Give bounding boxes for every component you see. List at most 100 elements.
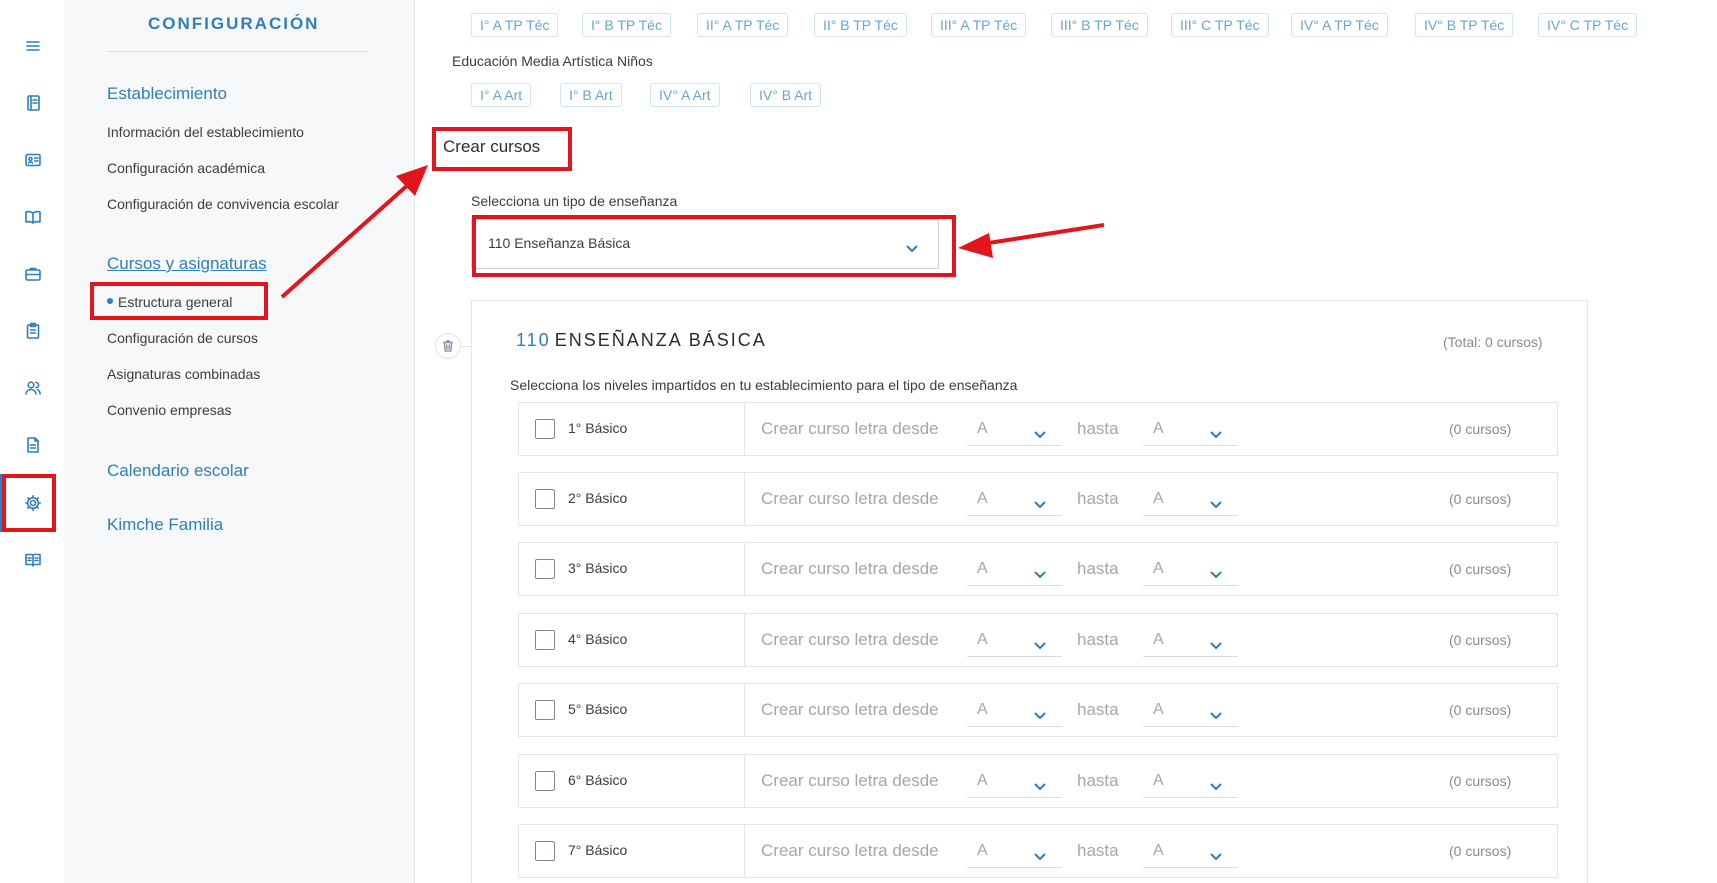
open-book-icon[interactable] — [22, 206, 44, 228]
course-chip[interactable]: II° A TP Téc — [697, 13, 789, 37]
letter-from-select[interactable]: A — [967, 766, 1062, 798]
sidebar-item-asignaturas-combinadas[interactable]: Asignaturas combinadas — [107, 366, 260, 382]
chevron-down-icon — [1210, 707, 1222, 719]
level-checkbox[interactable] — [535, 559, 555, 579]
letter-from-select[interactable]: A — [967, 484, 1062, 516]
letter-to-select[interactable]: A — [1143, 766, 1238, 798]
letter-from-value: A — [977, 772, 988, 789]
section-calendario[interactable]: Calendario escolar — [107, 461, 249, 481]
sidebar-item-informacion[interactable]: Información del establecimiento — [107, 124, 304, 140]
level-name: 3° Básico — [568, 560, 628, 576]
course-chip[interactable]: I° B TP Téc — [582, 13, 671, 37]
level-name: 7° Básico — [568, 842, 628, 858]
course-chip[interactable]: I° A Art — [471, 83, 532, 107]
letter-from-select[interactable]: A — [967, 414, 1062, 446]
config-sidebar: CONFIGURACIÓN Establecimiento Informació… — [67, 0, 415, 883]
level-row: 7° Básico Crear curso letra desde Ahasta A (… — [518, 824, 1558, 878]
level-checkbox[interactable] — [535, 419, 555, 439]
letter-to-select[interactable]: A — [1143, 625, 1238, 657]
sidebar-item-config-academica[interactable]: Configuración académica — [107, 160, 265, 176]
level-checkbox[interactable] — [535, 630, 555, 650]
icon-rail — [0, 0, 66, 883]
level-checkbox[interactable] — [535, 841, 555, 861]
crear-letra-label: Crear curso letra desde — [761, 630, 939, 649]
id-card-icon[interactable] — [22, 149, 44, 171]
sidebar-item-config-cursos[interactable]: Configuración de cursos — [107, 330, 258, 346]
connector — [460, 346, 472, 347]
notebook-icon[interactable] — [22, 92, 44, 114]
letter-to-select[interactable]: A — [1143, 484, 1238, 516]
hasta-label: hasta — [1077, 700, 1119, 719]
level-checkbox[interactable] — [535, 700, 555, 720]
course-chip[interactable]: III° A TP Téc — [931, 13, 1027, 37]
level-checkbox[interactable] — [535, 489, 555, 509]
letter-to-select[interactable]: A — [1143, 695, 1238, 727]
level-count: (0 cursos) — [1449, 421, 1512, 437]
level-cell: 2° Básico — [519, 473, 745, 525]
chevron-down-icon — [1210, 637, 1222, 649]
course-chip[interactable]: IV° A TP Téc — [1291, 13, 1388, 37]
chevron-down-icon — [1034, 496, 1046, 508]
section-establecimiento[interactable]: Establecimiento — [107, 84, 227, 104]
briefcase-icon[interactable] — [22, 263, 44, 285]
crear-title-highlight-box — [432, 127, 572, 171]
course-chip[interactable]: I° A TP Téc — [471, 13, 559, 37]
arrow-head-2 — [958, 233, 993, 258]
level-checkbox[interactable] — [535, 771, 555, 791]
users-icon[interactable] — [22, 377, 44, 399]
estructura-highlight-box — [90, 282, 268, 320]
level-name: 5° Básico — [568, 701, 628, 717]
trash-icon — [442, 340, 454, 352]
panel-title: 110 ENSEÑANZA BÁSICA — [516, 330, 767, 351]
letter-to-value: A — [1153, 701, 1164, 718]
level-cell: 5° Básico — [519, 684, 745, 736]
letter-to-value: A — [1153, 560, 1164, 577]
hasta-label: hasta — [1077, 771, 1119, 790]
crear-letra-label: Crear curso letra desde — [761, 559, 939, 578]
level-cell: 4° Básico — [519, 614, 745, 666]
course-chip[interactable]: III° C TP Téc — [1171, 13, 1269, 37]
letter-from-select[interactable]: A — [967, 836, 1062, 868]
letter-from-select[interactable]: A — [967, 695, 1062, 727]
letter-to-select[interactable]: A — [1143, 414, 1238, 446]
section-cursos-asignaturas[interactable]: Cursos y asignaturas — [107, 254, 267, 274]
chevron-down-icon — [1034, 778, 1046, 790]
level-name: 2° Básico — [568, 490, 628, 506]
clipboard-icon[interactable] — [22, 320, 44, 342]
course-chip[interactable]: IV° B Art — [750, 83, 822, 107]
level-row: 5° Básico Crear curso letra desde Ahasta A (… — [518, 683, 1558, 737]
level-count: (0 cursos) — [1449, 843, 1512, 859]
letter-to-value: A — [1153, 420, 1164, 437]
course-chip[interactable]: II° B TP Téc — [814, 13, 907, 37]
letter-to-select[interactable]: A — [1143, 554, 1238, 586]
letter-to-select[interactable]: A — [1143, 836, 1238, 868]
sidebar-item-convivencia[interactable]: Configuración de convivencia escolar — [107, 196, 339, 212]
document-icon[interactable] — [22, 434, 44, 456]
section-kimche-familia[interactable]: Kimche Familia — [107, 515, 223, 535]
chevron-down-icon — [1034, 566, 1046, 578]
level-count: (0 cursos) — [1449, 561, 1512, 577]
course-chip[interactable]: IV° B TP Téc — [1415, 13, 1514, 37]
chevron-down-icon — [1034, 426, 1046, 438]
level-count: (0 cursos) — [1449, 773, 1512, 789]
delete-button[interactable] — [435, 333, 461, 359]
letter-from-value: A — [977, 701, 988, 718]
level-row: 4° Básico Crear curso letra desde Ahasta A (… — [518, 613, 1558, 667]
gear-highlight-box — [2, 474, 56, 532]
course-chip[interactable]: III° B TP Téc — [1051, 13, 1148, 37]
book-icon[interactable] — [22, 549, 44, 571]
sidebar-item-convenio-empresas[interactable]: Convenio empresas — [107, 402, 232, 418]
letter-to-value: A — [1153, 772, 1164, 789]
menu-icon[interactable] — [22, 35, 44, 57]
letter-to-value: A — [1153, 842, 1164, 859]
hasta-label: hasta — [1077, 841, 1119, 860]
course-chip[interactable]: IV° C TP Téc — [1538, 13, 1638, 37]
course-chip[interactable]: I° B Art — [560, 83, 622, 107]
level-row: 1° Básico Crear curso letra desde Ahasta A (… — [518, 402, 1558, 456]
course-chip[interactable]: IV° A Art — [650, 83, 720, 107]
arrow-line-2 — [981, 223, 1105, 246]
letter-from-value: A — [977, 490, 988, 507]
letter-from-select[interactable]: A — [967, 625, 1062, 657]
level-row: 3° Básico Crear curso letra desde Ahasta A (… — [518, 542, 1558, 596]
letter-from-select[interactable]: A — [967, 554, 1062, 586]
